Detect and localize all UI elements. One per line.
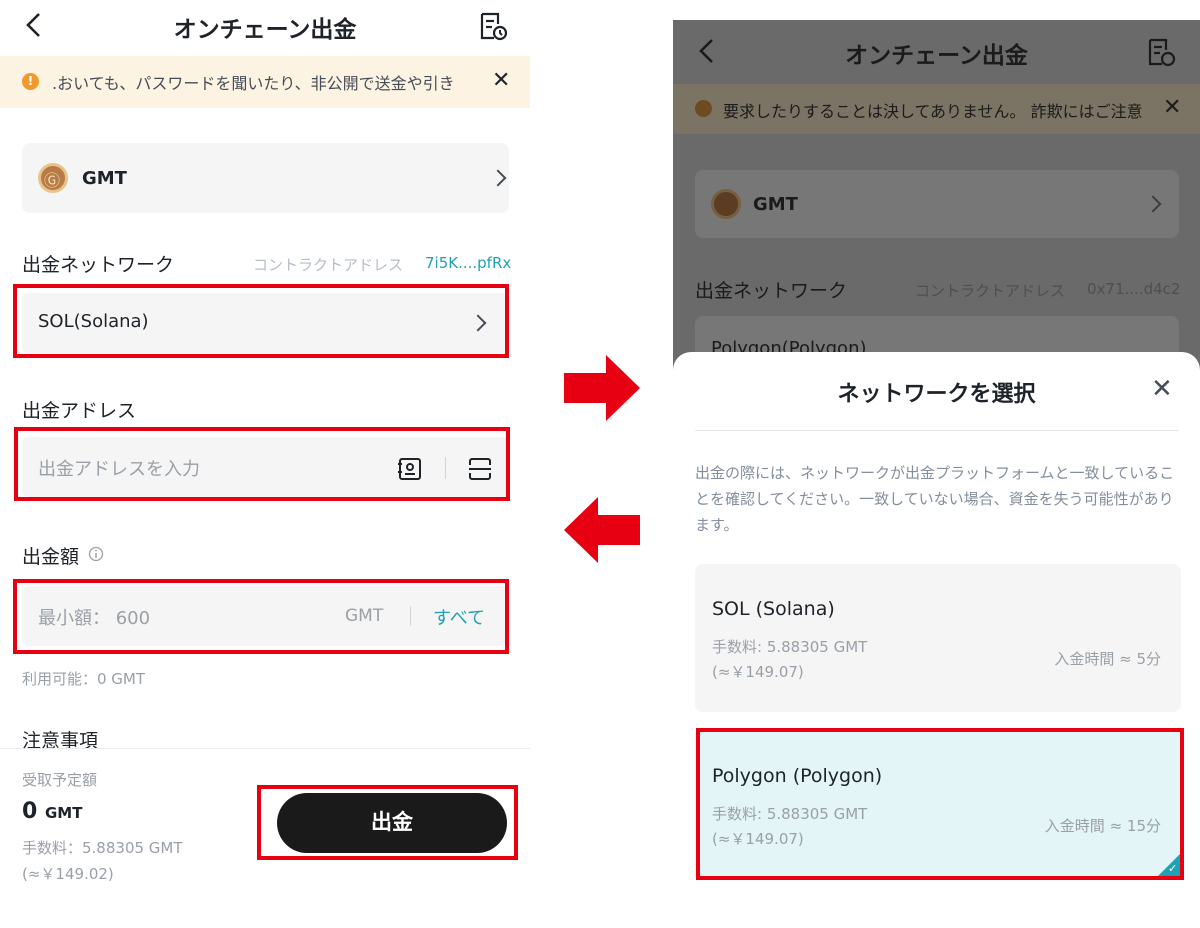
amount-label: 出金額 [22, 546, 80, 568]
network-option-sol[interactable]: SOL (Solana) 手数料: 5.88305 GMT (≈￥149.07)… [695, 564, 1181, 712]
highlight-polygon [696, 728, 1184, 880]
receive-label: 受取予定額 [22, 771, 98, 789]
network-label: 出金ネットワーク [22, 254, 175, 276]
close-icon[interactable]: ✕ [492, 68, 510, 93]
network-select-sheet: ネットワークを選択 ✕ 出金の際には、ネットワークが出金プラットフォームと一致し… [673, 352, 1200, 928]
warning-icon [695, 100, 712, 117]
divider [695, 430, 1179, 431]
receive-value: 0 [22, 799, 38, 824]
history-icon[interactable] [477, 10, 509, 42]
coin-selector[interactable]: GMT [695, 170, 1179, 238]
sheet-description: 出金の際には、ネットワークが出金プラットフォームと一致していることを確認してくだ… [695, 464, 1175, 534]
warning-icon: ! [22, 73, 39, 90]
notice-text: 要求したりすることは決してありません。 詐欺にはご注意 [723, 102, 1143, 121]
receive-amount: 0 GMT [22, 799, 82, 824]
network-eta: 入金時間 ≈ 5分 [1054, 650, 1161, 668]
contract-address-link[interactable]: 0x71....d4c2 [1087, 280, 1180, 298]
close-icon[interactable]: ✕ [1151, 374, 1173, 404]
network-label: 出金ネットワーク [695, 280, 848, 302]
contract-address-label: コントラクトアドレス [253, 256, 404, 274]
gmt-coin-icon [711, 189, 741, 219]
contract-address-link[interactable]: 7i5K....pfRx [425, 254, 511, 272]
header: オンチェーン出金 [0, 0, 530, 52]
network-fee-jpy: (≈￥149.07) [712, 663, 804, 681]
notice-banner: 要求したりすることは決してありません。 詐欺にはご注意 ✕ [673, 84, 1200, 134]
notice-text: .おいても、パスワードを聞いたり、非公開で送金や引き [52, 74, 455, 93]
notice-banner: ! .おいても、パスワードを聞いたり、非公開で送金や引き ✕ [0, 56, 530, 108]
history-icon[interactable] [1145, 36, 1177, 68]
arrow-left-icon [564, 497, 640, 563]
contract-address-label: コントラクトアドレス [915, 282, 1066, 300]
left-screen: オンチェーン出金 ! .おいても、パスワードを聞いたり、非公開で送金や引き ✕ … [0, 0, 530, 928]
close-icon[interactable]: ✕ [1163, 95, 1181, 120]
page-title: オンチェーン出金 [173, 17, 357, 43]
arrow-right-icon [564, 355, 640, 421]
network-name: SOL (Solana) [712, 598, 835, 620]
receive-unit: GMT [44, 804, 83, 822]
fee-jpy: (≈￥149.02) [22, 865, 114, 883]
fee-text: 手数料：5.88305 GMT [22, 839, 183, 857]
highlight-network [13, 284, 509, 358]
network-fee: 手数料: 5.88305 GMT [712, 638, 868, 656]
sheet-title: ネットワークを選択 [837, 382, 1036, 407]
chevron-right-icon [1144, 195, 1162, 213]
available-balance: 利用可能：0 GMT [22, 670, 146, 688]
address-label: 出金アドレス [22, 400, 137, 422]
highlight-address [14, 427, 510, 501]
info-icon[interactable] [88, 546, 104, 562]
page-title: オンチェーン出金 [845, 43, 1028, 69]
highlight-withdraw [257, 785, 518, 860]
coin-selector[interactable]: GMT [22, 143, 509, 213]
highlight-amount [13, 579, 509, 654]
gmt-coin-icon [38, 163, 68, 193]
footer-bar: 受取予定額 0 GMT 手数料：5.88305 GMT (≈￥149.02) 出… [0, 748, 530, 928]
right-screen: オンチェーン出金 要求したりすることは決してありません。 詐欺にはご注意 ✕ G… [673, 20, 1200, 928]
coin-name: GMT [82, 168, 127, 189]
chevron-right-icon [489, 169, 507, 187]
coin-name: GMT [753, 194, 798, 215]
